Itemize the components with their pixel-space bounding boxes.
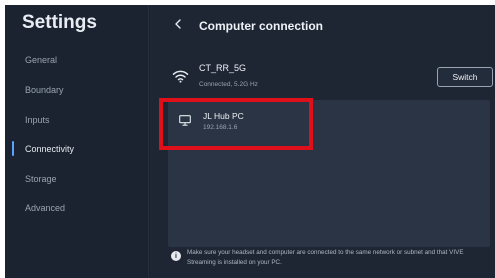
info-icon: i [171, 251, 181, 261]
wifi-icon [172, 70, 189, 83]
switch-network-button[interactable]: Switch [437, 67, 493, 87]
network-name: CT_RR_5G [199, 63, 247, 73]
sidebar: Settings General Boundary Inputs Connect… [5, 5, 149, 278]
sidebar-item-storage[interactable]: Storage [25, 174, 57, 184]
sidebar-item-advanced[interactable]: Advanced [25, 203, 65, 213]
connection-note: Make sure your headset and computer are … [187, 249, 464, 266]
sidebar-item-boundary[interactable]: Boundary [25, 85, 64, 95]
sidebar-item-inputs[interactable]: Inputs [25, 115, 50, 125]
sidebar-item-general[interactable]: General [25, 55, 57, 65]
highlight-box [159, 98, 313, 150]
sidebar-item-connectivity[interactable]: Connectivity [25, 144, 74, 154]
active-indicator [12, 141, 14, 156]
settings-title: Settings [22, 12, 97, 33]
page-title: Computer connection [199, 19, 324, 33]
network-status: Connected, 5.2G Hz [199, 81, 258, 88]
chevron-left-icon[interactable] [171, 16, 185, 32]
